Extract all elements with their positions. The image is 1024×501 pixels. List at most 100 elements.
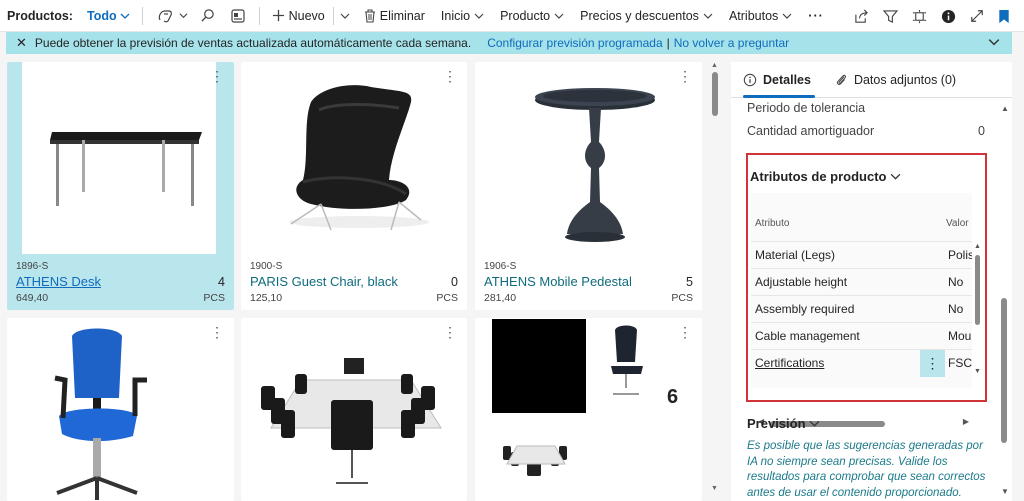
banner-separator: |: [666, 36, 670, 50]
attribute-value: Polish: [948, 248, 972, 262]
layout-icon[interactable]: [912, 9, 927, 24]
menu-label: Precios y descuentos: [580, 8, 699, 23]
share-icon[interactable]: [854, 9, 869, 24]
product-card[interactable]: 6 ⋮: [475, 318, 702, 501]
table-row[interactable]: Adjustable height No: [751, 268, 972, 295]
chevron-down-icon: [120, 13, 130, 19]
attribute-name: Assembly required: [755, 302, 855, 316]
attributes-table: Atributo Valor Material (Legs) Polish Ad…: [751, 193, 972, 427]
edit-list-button[interactable]: [223, 0, 253, 32]
forecast-section-header[interactable]: Previsión: [747, 416, 820, 431]
scrollbar-thumb[interactable]: [712, 72, 718, 116]
scroll-up-icon[interactable]: ▲: [711, 62, 718, 69]
copilot-button[interactable]: [153, 0, 192, 32]
card-more-icon[interactable]: ⋮: [443, 324, 457, 341]
product-code: 1906-S: [484, 261, 517, 272]
scrollbar-thumb[interactable]: [1001, 298, 1007, 443]
chevron-down-icon: [809, 420, 819, 427]
more-actions-button[interactable]: ···: [800, 0, 832, 32]
edit-list-icon: [231, 8, 245, 23]
bookmark-icon[interactable]: [998, 9, 1010, 24]
search-icon: [201, 9, 214, 22]
product-card[interactable]: ⋮ 1906-S ATHENS Mobile Pedestal 5 281,40…: [475, 62, 702, 310]
column-header-value[interactable]: Valor: [946, 218, 969, 229]
cards-scrollbar[interactable]: ▲ ▼: [711, 62, 719, 492]
chevron-down-icon[interactable]: [988, 36, 1000, 48]
product-card[interactable]: ⋮ 1896-S ATHENS Desk 4 649,40 PCS: [7, 62, 234, 310]
dont-ask-again-link[interactable]: No volver a preguntar: [674, 36, 789, 50]
field-row: Periodo de tolerancia: [747, 101, 985, 115]
new-dropdown-button[interactable]: [334, 0, 356, 32]
menu-atributos[interactable]: Atributos: [721, 0, 800, 32]
scroll-down-icon[interactable]: ▼: [711, 485, 718, 492]
menu-precios[interactable]: Precios y descuentos: [572, 0, 721, 32]
action-bar: Productos: Todo Nuevo Eliminar Inicio Pr…: [0, 0, 1024, 32]
search-button[interactable]: [192, 0, 223, 32]
card-more-icon[interactable]: ⋮: [210, 68, 224, 85]
card-more-icon[interactable]: ⋮: [443, 68, 457, 85]
menu-label: Atributos: [728, 8, 779, 23]
product-card[interactable]: ⋮: [7, 318, 234, 501]
product-unit: PCS: [203, 292, 225, 304]
expand-icon[interactable]: [970, 9, 984, 23]
trash-icon: [364, 8, 375, 23]
table-row[interactable]: Material (Legs) Polish: [751, 241, 972, 268]
product-code: 1900-S: [250, 261, 283, 272]
product-image: [475, 62, 702, 254]
close-icon[interactable]: ✕: [16, 35, 27, 51]
attribute-value: No: [948, 275, 964, 289]
delete-button[interactable]: Eliminar: [356, 0, 433, 32]
menu-label: Inicio: [440, 8, 471, 23]
configure-forecast-link[interactable]: Configurar previsión programada: [487, 36, 662, 50]
table-row[interactable]: Certifications ⋮ FSC: [751, 349, 972, 377]
card-more-icon[interactable]: ⋮: [678, 324, 692, 341]
scroll-up-icon[interactable]: ▲: [974, 243, 981, 250]
product-price: 281,40: [484, 292, 517, 304]
product-card[interactable]: ⋮ 1900-S PARIS Guest Chair, black 0 125,…: [241, 62, 467, 310]
column-header-attribute[interactable]: Atributo: [755, 218, 789, 229]
product-image: [22, 62, 216, 254]
scroll-up-icon[interactable]: ▲: [1001, 104, 1009, 113]
tab-details[interactable]: Detalles: [731, 62, 823, 98]
field-label: Periodo de tolerancia: [747, 101, 866, 115]
attribute-value: FSC: [948, 356, 972, 370]
card-more-icon[interactable]: ⋮: [678, 68, 692, 85]
product-price: 649,40: [16, 292, 49, 304]
row-menu-icon[interactable]: ⋮: [920, 350, 945, 377]
product-name-link[interactable]: PARIS Guest Chair, black: [250, 274, 398, 289]
paperclip-icon: [836, 74, 846, 85]
scroll-down-icon[interactable]: ▼: [1001, 487, 1009, 496]
attribute-name: Adjustable height: [755, 275, 848, 289]
chevron-down-icon: [340, 13, 350, 19]
section-header[interactable]: Atributos de producto: [750, 169, 901, 184]
filter-icon[interactable]: [883, 9, 898, 24]
scrollbar-thumb[interactable]: [975, 255, 980, 325]
view-filter-dropdown[interactable]: Todo: [87, 9, 130, 23]
chevron-down-icon: [179, 13, 188, 19]
section-title: Atributos de producto: [750, 169, 887, 184]
table-row[interactable]: Assembly required No: [751, 295, 972, 322]
scroll-right-icon[interactable]: ▶: [963, 417, 969, 426]
menu-producto[interactable]: Producto: [492, 0, 572, 32]
card-more-icon[interactable]: ⋮: [210, 324, 224, 341]
table-row[interactable]: Cable management Mount: [751, 322, 972, 349]
info-icon[interactable]: [941, 9, 956, 24]
attribute-name: Material (Legs): [755, 248, 836, 262]
product-name-link[interactable]: ATHENS Desk: [16, 274, 101, 289]
tab-attachments[interactable]: Datos adjuntos (0): [823, 62, 968, 98]
product-image: [241, 62, 467, 254]
product-unit: PCS: [671, 292, 693, 304]
scroll-down-icon[interactable]: ▼: [974, 368, 981, 375]
product-card[interactable]: ⋮: [241, 318, 467, 501]
attribute-name[interactable]: Certifications: [755, 356, 824, 370]
tab-label: Detalles: [763, 72, 811, 87]
new-button[interactable]: Nuevo: [264, 0, 333, 32]
chevron-down-icon: [890, 173, 900, 180]
chevron-down-icon: [703, 13, 713, 19]
menu-inicio[interactable]: Inicio: [433, 0, 492, 32]
copilot-icon: [158, 9, 172, 22]
product-name-link[interactable]: ATHENS Mobile Pedestal: [484, 274, 632, 289]
product-image: [241, 318, 467, 501]
product-image: [475, 318, 702, 501]
attribute-value: Mount: [948, 329, 972, 343]
